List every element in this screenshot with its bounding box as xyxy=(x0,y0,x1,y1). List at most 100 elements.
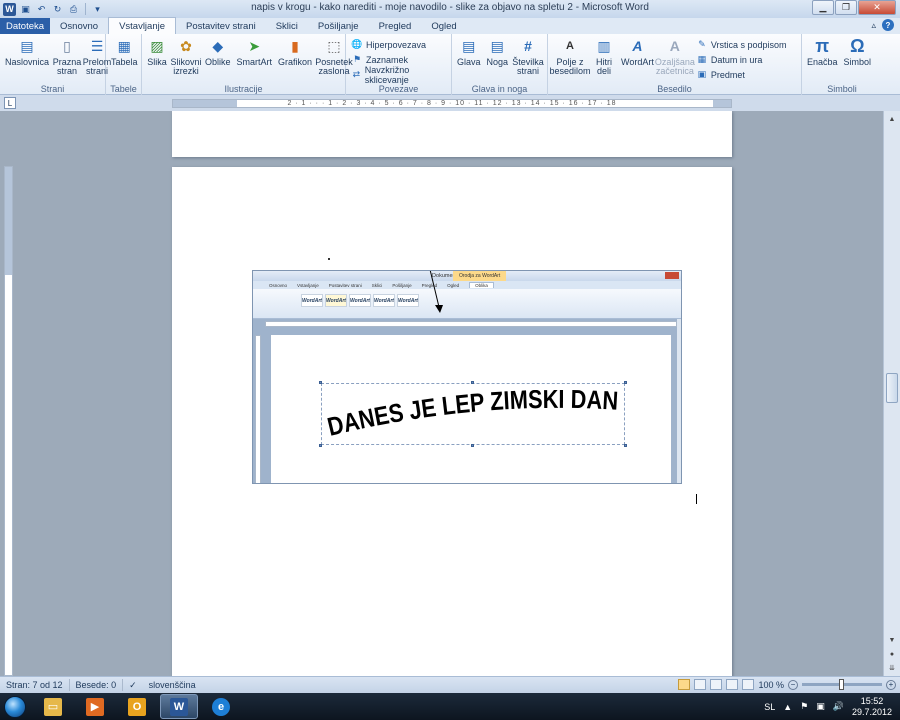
print-preview-icon[interactable]: ⎙ xyxy=(67,3,80,16)
start-button[interactable] xyxy=(0,693,30,720)
vruler-margin xyxy=(5,167,12,275)
taskbar-word[interactable]: W xyxy=(160,694,198,719)
taskbar-internet-explorer[interactable]: e xyxy=(202,694,240,719)
group-label-glava-noga: Glava in noga xyxy=(471,84,528,94)
draft-view-button[interactable] xyxy=(742,679,755,690)
quick-parts-icon: ▥ xyxy=(597,37,611,54)
group-label-povezave: Povezave xyxy=(378,84,419,94)
minimize-button[interactable]: ▁ xyxy=(812,0,834,15)
horizontal-ruler[interactable]: 2 · 1 · · · 1 · 2 · 3 · 4 · 5 · 6 · 7 · … xyxy=(172,99,732,108)
outlook-icon: O xyxy=(128,697,146,716)
tab-osnovno[interactable]: Osnovno xyxy=(50,18,108,34)
minimize-ribbon-icon[interactable]: ▵ xyxy=(871,20,876,31)
text-cursor xyxy=(696,494,697,504)
hyperlink-button[interactable]: 🌐 Hiperpovezava xyxy=(348,37,449,52)
emb-tab: Vstavljanje xyxy=(297,282,319,288)
zoom-level[interactable]: 100 % xyxy=(758,680,784,690)
zoom-out-icon[interactable]: − xyxy=(788,679,798,690)
help-icon[interactable]: ? xyxy=(882,19,894,31)
selection-handle xyxy=(471,381,474,384)
print-layout-view-button[interactable] xyxy=(678,679,691,690)
taskbar-media-player[interactable]: ▶ xyxy=(76,694,114,719)
action-center-icon[interactable]: ⚑ xyxy=(800,701,808,712)
tab-ogled[interactable]: Ogled xyxy=(421,18,466,34)
browse-object-icon[interactable]: ● xyxy=(886,648,898,660)
hyperlink-icon: 🌐 xyxy=(351,39,363,49)
drop-cap-icon: A xyxy=(669,37,680,54)
smartart-icon: ➤ xyxy=(248,37,261,54)
selection-handle xyxy=(319,444,322,447)
word-app-icon[interactable]: W xyxy=(3,2,16,16)
picture-label: Slika xyxy=(147,57,167,67)
zoom-slider-thumb[interactable] xyxy=(839,679,844,690)
tab-sklici[interactable]: Sklici xyxy=(266,18,308,34)
scroll-down-icon[interactable]: ▼ xyxy=(886,634,898,646)
vertical-scrollbar[interactable]: ▲ ▼ ● ⇊ xyxy=(883,111,900,676)
group-glava-noga: ▤ Glava ▤ Noga # Številka strani Glava in n… xyxy=(452,34,548,95)
outline-view-button[interactable] xyxy=(726,679,739,690)
signature-line-button[interactable]: ✎ Vrstica s podpisom xyxy=(693,37,790,52)
input-language[interactable]: SL xyxy=(764,702,775,712)
cross-reference-button[interactable]: ⇄ Navzkrižno sklicevanje xyxy=(348,65,449,85)
current-page[interactable]: Dokument1 - Microsoft Word Orodja za Wor… xyxy=(172,167,732,676)
tab-vstavljanje[interactable]: Vstavljanje xyxy=(108,17,177,34)
clock-time: 15:52 xyxy=(860,695,884,706)
save-icon[interactable]: ▣ xyxy=(19,3,32,16)
redo-icon[interactable]: ↻ xyxy=(51,3,64,16)
zoom-slider[interactable] xyxy=(802,679,882,690)
close-button[interactable]: ✕ xyxy=(858,0,896,15)
network-icon[interactable]: ▣ xyxy=(816,701,825,712)
tab-postavitev-strani[interactable]: Postavitev strani xyxy=(176,18,266,34)
table-label: Tabela xyxy=(111,57,138,67)
blank-page-icon: ▯ xyxy=(63,37,71,54)
customize-icon[interactable]: ▾ xyxy=(91,3,104,16)
explorer-icon: ▭ xyxy=(44,697,62,716)
object-button[interactable]: ▣ Predmet xyxy=(693,67,790,82)
tab-posiljanje[interactable]: Pošiljanje xyxy=(308,18,369,34)
restore-button[interactable]: ❐ xyxy=(835,0,857,15)
language-indicator[interactable]: slovenščina xyxy=(143,679,202,691)
scroll-up-icon[interactable]: ▲ xyxy=(886,113,898,125)
emb-vruler xyxy=(255,335,261,483)
group-simboli: π Enačba Ω Simbol Simboli xyxy=(802,34,882,95)
omega-icon: Ω xyxy=(850,35,865,56)
selection-handle xyxy=(624,444,627,447)
previous-page[interactable] xyxy=(172,111,732,157)
signature-line-icon: ✎ xyxy=(698,39,706,49)
ruler-margin-right xyxy=(713,100,731,107)
taskbar-outlook[interactable]: O xyxy=(118,694,156,719)
system-tray: SL ▲ ⚑ ▣ 🔊 15:52 29.7.2012 xyxy=(764,693,892,720)
date-time-button[interactable]: ▦ Datum in ura xyxy=(693,52,790,67)
header-label: Glava xyxy=(457,57,481,67)
footer-label: Noga xyxy=(486,57,509,67)
undo-icon[interactable]: ↶ xyxy=(35,3,48,16)
proofing-icon[interactable]: ✓ xyxy=(123,679,143,691)
chart-icon: ▮ xyxy=(291,37,299,54)
ruler-bar: L 2 · 1 · · · 1 · 2 · 3 · 4 · 5 · 6 · 7 … xyxy=(0,95,900,111)
next-page-icon[interactable]: ⇊ xyxy=(886,662,898,674)
tab-pregled[interactable]: Pregled xyxy=(369,18,422,34)
title-bar: W ▣ ↶ ↻ ⎙ ▾ napis v krogu - kako naredit… xyxy=(0,0,900,18)
tab-file[interactable]: Datoteka xyxy=(0,18,51,34)
emb-close-icon xyxy=(665,272,679,279)
page-count[interactable]: Stran: 7 od 12 xyxy=(0,679,70,691)
embedded-screenshot[interactable]: Dokument1 - Microsoft Word Orodja za Wor… xyxy=(252,270,682,484)
group-strani: ▤ Naslovnica ▯ Prazna stran ☰ Prelom strani… xyxy=(0,34,111,95)
volume-icon[interactable]: 🔊 xyxy=(833,701,844,712)
zoom-in-icon[interactable]: + xyxy=(886,679,896,690)
selection-handle xyxy=(319,381,322,384)
full-screen-view-button[interactable] xyxy=(694,679,707,690)
wordart-icon: A xyxy=(632,37,643,54)
group-label-simboli: Simboli xyxy=(827,84,857,94)
emb-tab-active: Oblika xyxy=(469,282,494,288)
tray-expand-icon[interactable]: ▲ xyxy=(783,702,792,712)
word-count[interactable]: Besede: 0 xyxy=(70,679,124,691)
taskbar-explorer[interactable]: ▭ xyxy=(34,694,72,719)
clock[interactable]: 15:52 29.7.2012 xyxy=(852,696,892,718)
object-label: Predmet xyxy=(710,69,745,80)
scroll-thumb[interactable] xyxy=(886,373,898,403)
emb-context-tab: Orodja za WordArt xyxy=(453,271,507,281)
web-layout-view-button[interactable] xyxy=(710,679,723,690)
vertical-ruler[interactable] xyxy=(4,166,13,676)
tab-selector-icon[interactable]: L xyxy=(4,97,16,109)
